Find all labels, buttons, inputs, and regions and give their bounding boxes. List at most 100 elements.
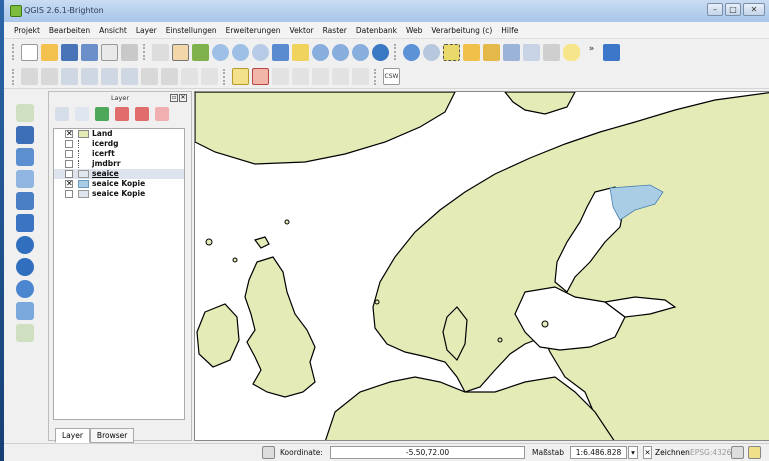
add-spatialite-layer-icon[interactable]: [16, 170, 34, 188]
add-feature-icon[interactable]: [81, 68, 98, 85]
scale-dropdown-icon[interactable]: ▾: [628, 446, 638, 459]
add-wcs-layer-icon[interactable]: [16, 258, 34, 276]
menu-web[interactable]: Web: [406, 26, 422, 35]
panel-float-button[interactable]: ▫: [170, 94, 178, 102]
touch-zoom-icon[interactable]: [152, 43, 169, 61]
show-hide-labels-icon[interactable]: [272, 68, 289, 85]
zoom-in-icon[interactable]: [212, 43, 229, 61]
pan-hand-icon[interactable]: [172, 43, 189, 61]
crs-status[interactable]: EPSG:4326: [690, 446, 731, 459]
toolbar-grip[interactable]: [12, 68, 16, 85]
new-print-composer-icon[interactable]: [101, 43, 118, 61]
pin-labels-icon[interactable]: [252, 68, 269, 85]
new-project-icon[interactable]: [21, 43, 38, 61]
layer-row[interactable]: seaice Kopie: [54, 189, 184, 199]
add-mssql-layer-icon[interactable]: [16, 192, 34, 210]
identify-dropdown-icon[interactable]: [423, 43, 440, 61]
messages-warning-icon[interactable]: [748, 446, 761, 459]
label-tool-icon[interactable]: [232, 68, 249, 85]
layer-row-selected[interactable]: seaice: [54, 169, 184, 179]
expand-all-icon[interactable]: [115, 107, 129, 121]
remove-layer-icon[interactable]: [155, 107, 169, 121]
zoom-native-icon[interactable]: [252, 43, 269, 61]
map-tips-icon[interactable]: [563, 43, 580, 61]
menu-hilfe[interactable]: Hilfe: [501, 26, 518, 35]
layer-checkbox[interactable]: [65, 190, 73, 198]
tab-layer[interactable]: Layer: [55, 428, 90, 443]
add-wfs-layer-icon[interactable]: [16, 280, 34, 298]
copy-features-icon[interactable]: [181, 68, 198, 85]
zoom-to-layer-icon[interactable]: [312, 43, 329, 61]
open-project-icon[interactable]: [41, 43, 58, 61]
measure-icon[interactable]: [543, 43, 560, 61]
pan-to-selection-icon[interactable]: [192, 43, 209, 61]
refresh-icon[interactable]: [372, 43, 389, 61]
menu-ansicht[interactable]: Ansicht: [99, 26, 127, 35]
current-edits-icon[interactable]: [21, 68, 38, 85]
layer-checkbox[interactable]: [65, 160, 73, 168]
add-oracle-layer-icon[interactable]: [16, 214, 34, 232]
scale-combobox[interactable]: 1:6.486.828: [570, 446, 627, 459]
add-delimited-text-icon[interactable]: [16, 302, 34, 320]
layer-row[interactable]: ✕ seaice Kopie: [54, 179, 184, 189]
new-layer-icon[interactable]: [16, 324, 34, 342]
delete-selected-icon[interactable]: [141, 68, 158, 85]
attribute-table-icon[interactable]: [503, 43, 520, 61]
menu-projekt[interactable]: Projekt: [14, 26, 40, 35]
expression-select-icon[interactable]: [483, 43, 500, 61]
layer-checkbox[interactable]: [65, 150, 73, 158]
toolbar-grip[interactable]: [12, 44, 16, 60]
layer-row[interactable]: icerdg: [54, 139, 184, 149]
menu-erweiterungen[interactable]: Erweiterungen: [226, 26, 281, 35]
add-vector-layer-icon[interactable]: [16, 104, 34, 122]
help-icon[interactable]: [603, 43, 620, 61]
field-calculator-icon[interactable]: [523, 43, 540, 61]
tab-browser[interactable]: Browser: [89, 428, 135, 443]
rotate-label-icon[interactable]: [312, 68, 329, 85]
identify-icon[interactable]: [403, 43, 420, 61]
add-raster-layer-icon[interactable]: [16, 126, 34, 144]
layer-checkbox[interactable]: [65, 140, 73, 148]
toggle-editing-icon[interactable]: [41, 68, 58, 85]
coordinate-field[interactable]: -5.50,72.00: [330, 446, 525, 459]
menu-raster[interactable]: Raster: [323, 26, 347, 35]
layer-eye-icon[interactable]: [75, 107, 89, 121]
menu-bearbeiten[interactable]: Bearbeiten: [49, 26, 90, 35]
layer-row[interactable]: ✕ Land: [54, 129, 184, 139]
add-postgis-layer-icon[interactable]: [16, 148, 34, 166]
move-feature-icon[interactable]: [101, 68, 118, 85]
deselect-icon[interactable]: [463, 43, 480, 61]
save-project-icon[interactable]: [61, 43, 78, 61]
layer-checkbox[interactable]: ✕: [65, 180, 73, 188]
menu-einstellungen[interactable]: Einstellungen: [166, 26, 217, 35]
zoom-to-selection-icon[interactable]: [292, 43, 309, 61]
panel-close-button[interactable]: ✕: [179, 94, 187, 102]
minimize-button[interactable]: –: [707, 3, 723, 16]
save-edits-icon[interactable]: [61, 68, 78, 85]
crs-settings-icon[interactable]: [731, 446, 744, 459]
composer-manager-icon[interactable]: [121, 43, 138, 61]
layer-checkbox[interactable]: ✕: [65, 130, 73, 138]
layer-visibility-icon[interactable]: [55, 107, 69, 121]
render-checkbox[interactable]: ✕: [643, 446, 652, 459]
label-properties-icon[interactable]: [352, 68, 369, 85]
menu-vektor[interactable]: Vektor: [290, 26, 314, 35]
select-features-icon[interactable]: [443, 43, 460, 61]
zoom-out-icon[interactable]: [232, 43, 249, 61]
layer-checkbox[interactable]: [65, 170, 73, 178]
menu-layer[interactable]: Layer: [136, 26, 157, 35]
layer-row[interactable]: jmdbrr: [54, 159, 184, 169]
zoom-last-icon[interactable]: [332, 43, 349, 61]
close-button[interactable]: ✕: [743, 3, 765, 16]
change-label-icon[interactable]: [332, 68, 349, 85]
zoom-full-icon[interactable]: [272, 43, 289, 61]
toolbar-more-icon[interactable]: »: [583, 43, 600, 61]
save-as-icon[interactable]: [81, 43, 98, 61]
maximize-button[interactable]: □: [725, 3, 741, 16]
collapse-all-icon[interactable]: [135, 107, 149, 121]
map-canvas[interactable]: [194, 91, 769, 441]
toggle-extents-icon[interactable]: [262, 446, 275, 459]
menu-datenbank[interactable]: Datenbank: [356, 26, 397, 35]
zoom-next-icon[interactable]: [352, 43, 369, 61]
paste-features-icon[interactable]: [201, 68, 218, 85]
